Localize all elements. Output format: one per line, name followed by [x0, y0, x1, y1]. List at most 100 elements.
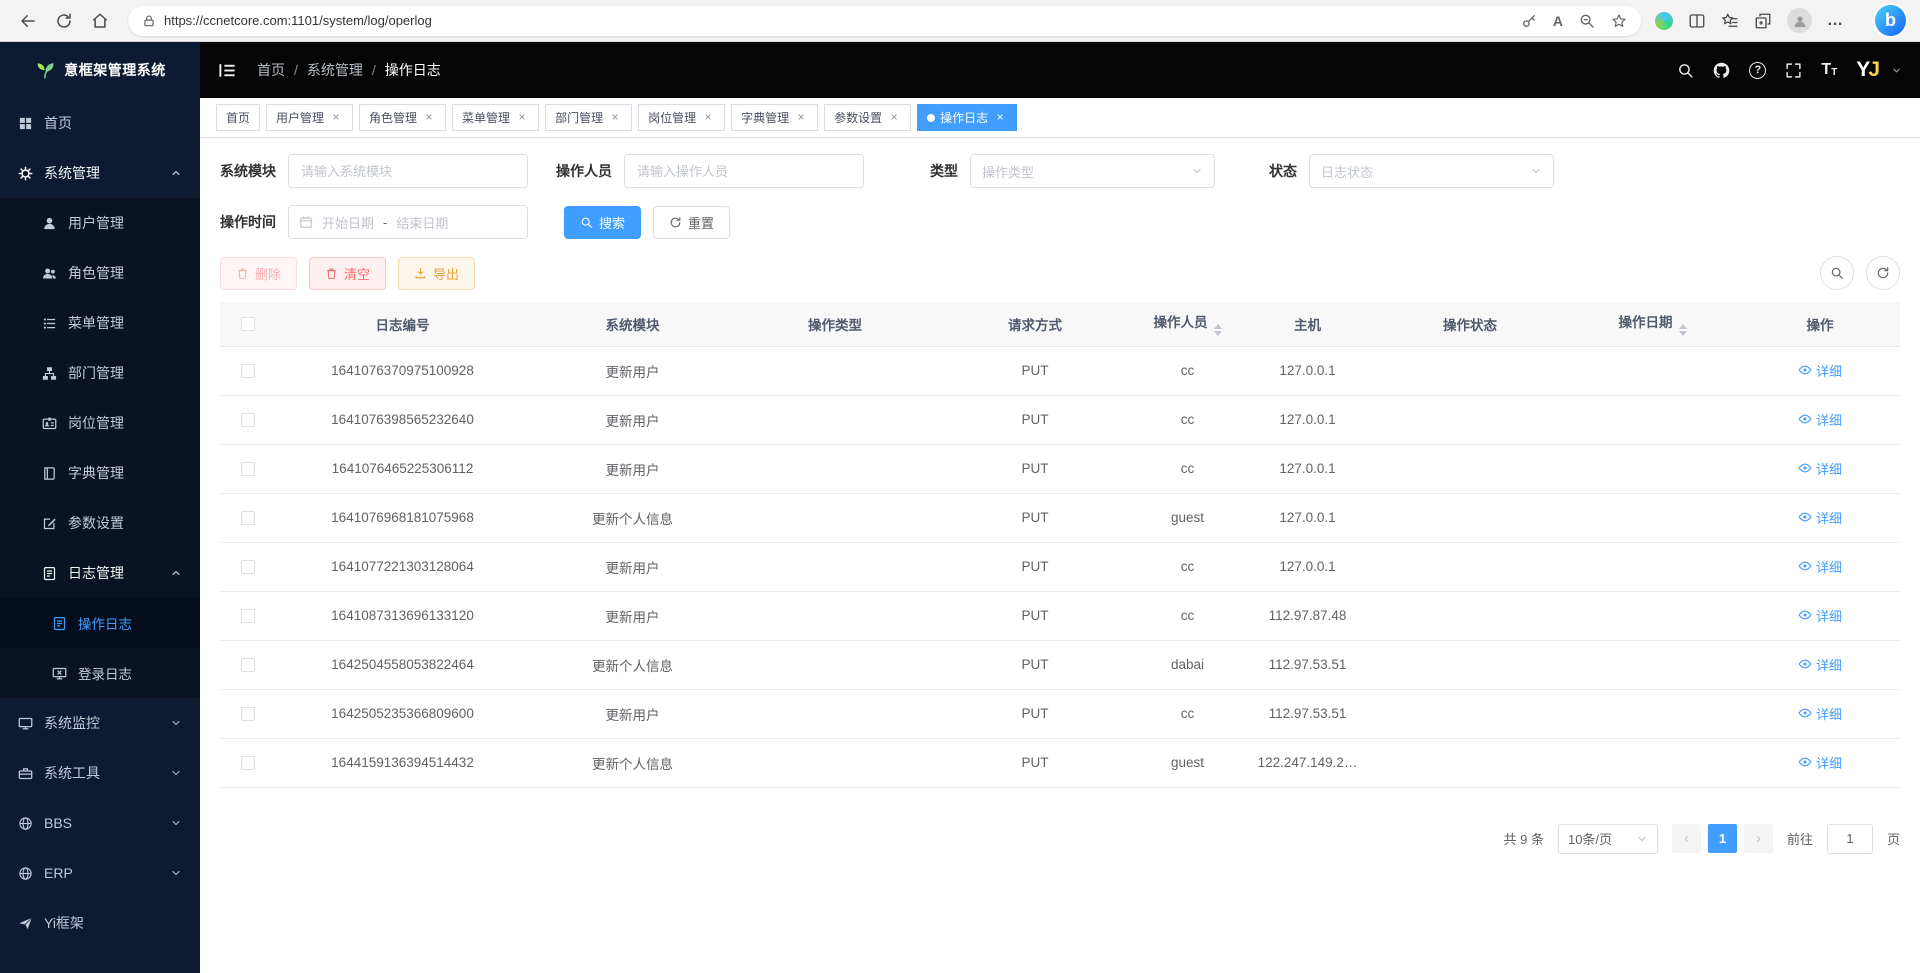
sidebar-item-dict-mgmt[interactable]: 字典管理	[0, 448, 200, 498]
sidebar-item-erp[interactable]: ERP	[0, 848, 200, 898]
select-all-checkbox[interactable]	[241, 317, 255, 331]
tab-operation-log[interactable]: 操作日志×	[917, 104, 1017, 131]
user-logo[interactable]: YJ	[1856, 58, 1878, 82]
tab-menu-mgmt[interactable]: 菜单管理×	[452, 104, 539, 131]
password-key-icon[interactable]	[1521, 13, 1537, 29]
favorites-icon[interactable]	[1721, 12, 1739, 30]
close-icon[interactable]: ×	[794, 111, 808, 125]
app-logo[interactable]: 意框架管理系统	[0, 42, 200, 98]
detail-link[interactable]: 详细	[1798, 459, 1842, 478]
goto-page-input[interactable]	[1827, 824, 1873, 854]
zoom-out-icon[interactable]	[1579, 13, 1595, 29]
sidebar-item-login-log[interactable]: 登录日志	[0, 648, 200, 698]
detail-link[interactable]: 详细	[1798, 361, 1842, 380]
browser-home-button[interactable]	[82, 5, 118, 37]
detail-link[interactable]: 详细	[1798, 508, 1842, 527]
sidebar-item-system-tools[interactable]: 系统工具	[0, 748, 200, 798]
close-icon[interactable]: ×	[422, 111, 436, 125]
prev-page-button[interactable]: ‹	[1672, 824, 1701, 853]
row-checkbox[interactable]	[241, 413, 255, 427]
export-button[interactable]: 导出	[398, 257, 475, 290]
detail-link[interactable]: 详细	[1798, 655, 1842, 674]
module-input[interactable]	[288, 154, 528, 188]
refresh-table-button[interactable]	[1866, 256, 1900, 290]
row-checkbox[interactable]	[241, 658, 255, 672]
sort-caret[interactable]	[1214, 324, 1222, 336]
sidebar-item-system-monitor[interactable]: 系统监控	[0, 698, 200, 748]
sidebar-item-param-settings[interactable]: 参数设置	[0, 498, 200, 548]
search-button[interactable]: 搜索	[564, 206, 641, 239]
row-checkbox[interactable]	[241, 560, 255, 574]
row-checkbox[interactable]	[241, 462, 255, 476]
close-icon[interactable]: ×	[701, 111, 715, 125]
date-range-picker[interactable]: 开始日期 - 结束日期	[288, 205, 528, 239]
row-checkbox[interactable]	[241, 756, 255, 770]
tab-user-mgmt[interactable]: 用户管理×	[266, 104, 353, 131]
type-select[interactable]: 操作类型	[970, 154, 1215, 188]
fullscreen-icon[interactable]	[1785, 62, 1802, 79]
toggle-search-button[interactable]	[1820, 256, 1854, 290]
delete-button[interactable]: 删除	[220, 257, 297, 290]
sidebar-item-dept-mgmt[interactable]: 部门管理	[0, 348, 200, 398]
row-checkbox[interactable]	[241, 511, 255, 525]
read-aloud-icon[interactable]: A	[1553, 13, 1563, 29]
url-text[interactable]: https://ccnetcore.com:1101/system/log/op…	[164, 13, 432, 28]
next-page-button[interactable]: ›	[1744, 824, 1773, 853]
breadcrumb-home[interactable]: 首页	[257, 60, 285, 80]
row-checkbox[interactable]	[241, 609, 255, 623]
sidebar-item-operation-log[interactable]: 操作日志	[0, 598, 200, 648]
profile-avatar[interactable]	[1787, 8, 1812, 33]
row-checkbox[interactable]	[241, 707, 255, 721]
tab-home[interactable]: 首页	[216, 104, 260, 131]
browser-refresh-button[interactable]	[46, 5, 82, 37]
topbar: 首页 / 系统管理 / 操作日志 ? TT YJ	[200, 42, 1920, 98]
detail-link[interactable]: 详细	[1798, 606, 1842, 625]
operator-input[interactable]	[624, 154, 864, 188]
sidebar-item-bbs[interactable]: BBS	[0, 798, 200, 848]
page-number-1[interactable]: 1	[1708, 824, 1737, 853]
help-icon[interactable]: ?	[1749, 62, 1766, 79]
sidebar-item-home[interactable]: 首页	[0, 98, 200, 148]
collections-icon[interactable]	[1754, 12, 1772, 30]
sidebar-item-role-mgmt[interactable]: 角色管理	[0, 248, 200, 298]
page-size-select[interactable]: 10条/页	[1558, 824, 1658, 854]
sidebar-item-menu-mgmt[interactable]: 菜单管理	[0, 298, 200, 348]
sidebar-item-system-mgmt[interactable]: 系统管理	[0, 148, 200, 198]
address-bar[interactable]: https://ccnetcore.com:1101/system/log/op…	[128, 6, 1641, 36]
sidebar-toggle-icon[interactable]	[218, 61, 237, 80]
close-icon[interactable]: ×	[515, 111, 529, 125]
close-icon[interactable]: ×	[608, 111, 622, 125]
user-dropdown-caret-icon[interactable]	[1891, 65, 1902, 76]
font-size-icon[interactable]: TT	[1821, 62, 1837, 78]
split-screen-icon[interactable]	[1688, 12, 1706, 30]
tab-role-mgmt[interactable]: 角色管理×	[359, 104, 446, 131]
detail-link[interactable]: 详细	[1798, 704, 1842, 723]
search-icon[interactable]	[1677, 62, 1694, 79]
browser-menu-icon[interactable]: …	[1827, 12, 1844, 30]
tab-post-mgmt[interactable]: 岗位管理×	[638, 104, 725, 131]
add-favorite-star-icon[interactable]	[1611, 13, 1627, 29]
sidebar-item-user-mgmt[interactable]: 用户管理	[0, 198, 200, 248]
status-select[interactable]: 日志状态	[1309, 154, 1554, 188]
github-icon[interactable]	[1713, 62, 1730, 79]
row-checkbox[interactable]	[241, 364, 255, 378]
tab-param-settings[interactable]: 参数设置×	[824, 104, 911, 131]
extension-icon[interactable]	[1655, 12, 1673, 30]
bing-chat-icon[interactable]: b	[1875, 5, 1906, 36]
close-icon[interactable]: ×	[329, 111, 343, 125]
detail-link[interactable]: 详细	[1798, 410, 1842, 429]
close-icon[interactable]: ×	[993, 111, 1007, 125]
sidebar-item-log-mgmt[interactable]: 日志管理	[0, 548, 200, 598]
clear-button[interactable]: 清空	[309, 257, 386, 290]
sidebar-item-post-mgmt[interactable]: 岗位管理	[0, 398, 200, 448]
close-icon[interactable]: ×	[887, 111, 901, 125]
sort-caret[interactable]	[1679, 324, 1687, 336]
detail-link[interactable]: 详细	[1798, 753, 1842, 772]
reset-button[interactable]: 重置	[653, 206, 730, 239]
browser-back-button[interactable]	[10, 5, 46, 37]
sidebar-item-yi-framework[interactable]: Yi框架	[0, 898, 200, 948]
breadcrumb-system-mgmt[interactable]: 系统管理	[307, 60, 363, 80]
detail-link[interactable]: 详细	[1798, 557, 1842, 576]
tab-dict-mgmt[interactable]: 字典管理×	[731, 104, 818, 131]
tab-dept-mgmt[interactable]: 部门管理×	[545, 104, 632, 131]
